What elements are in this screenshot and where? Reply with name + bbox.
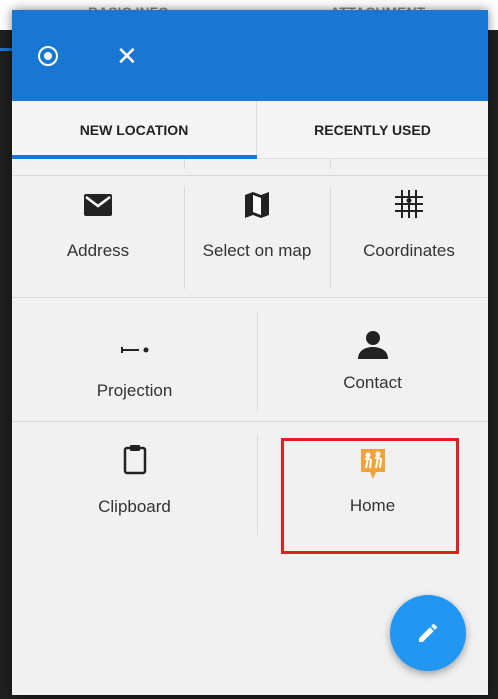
option-contact-label: Contact (343, 373, 402, 392)
new-location-dialog: ✕ NEW LOCATION RECENTLY USED Address Sel… (12, 10, 488, 695)
edit-fab-button[interactable] (390, 595, 466, 671)
option-address-label: Address (66, 241, 130, 260)
projection-icon (120, 347, 148, 353)
option-clipboard[interactable]: Clipboard (12, 443, 257, 517)
tab-recently-used[interactable]: RECENTLY USED (257, 101, 488, 159)
option-address[interactable]: Address (12, 193, 184, 261)
option-coordinates-label: Coordinates (363, 241, 455, 260)
option-projection[interactable]: Projection (12, 345, 257, 401)
option-select-on-map[interactable]: Select on map (184, 191, 330, 261)
pencil-icon (419, 623, 438, 642)
home-option-highlight (281, 438, 459, 554)
divider (12, 297, 488, 298)
close-icon[interactable]: ✕ (116, 38, 138, 74)
location-options-grid: Address Select on map Coordinates Projec… (12, 159, 488, 695)
option-projection-label: Projection (96, 381, 173, 400)
dialog-app-bar: ✕ (12, 10, 488, 101)
option-coordinates[interactable]: Coordinates (330, 189, 488, 261)
background-tab-indicator (0, 48, 12, 51)
divider (184, 159, 185, 169)
divider (12, 421, 488, 422)
map-icon (245, 192, 269, 218)
option-contact[interactable]: Contact (257, 330, 488, 393)
envelope-icon (84, 194, 112, 216)
location-tabs: NEW LOCATION RECENTLY USED (12, 101, 488, 159)
tab-new-location[interactable]: NEW LOCATION (12, 101, 257, 159)
option-clipboard-label: Clipboard (98, 497, 171, 516)
divider (330, 159, 331, 169)
target-icon[interactable] (38, 46, 58, 66)
person-icon (357, 331, 388, 359)
divider (12, 175, 488, 176)
grid-icon (395, 190, 423, 218)
clipboard-icon (123, 445, 146, 475)
option-select-on-map-label: Select on map (202, 241, 312, 260)
